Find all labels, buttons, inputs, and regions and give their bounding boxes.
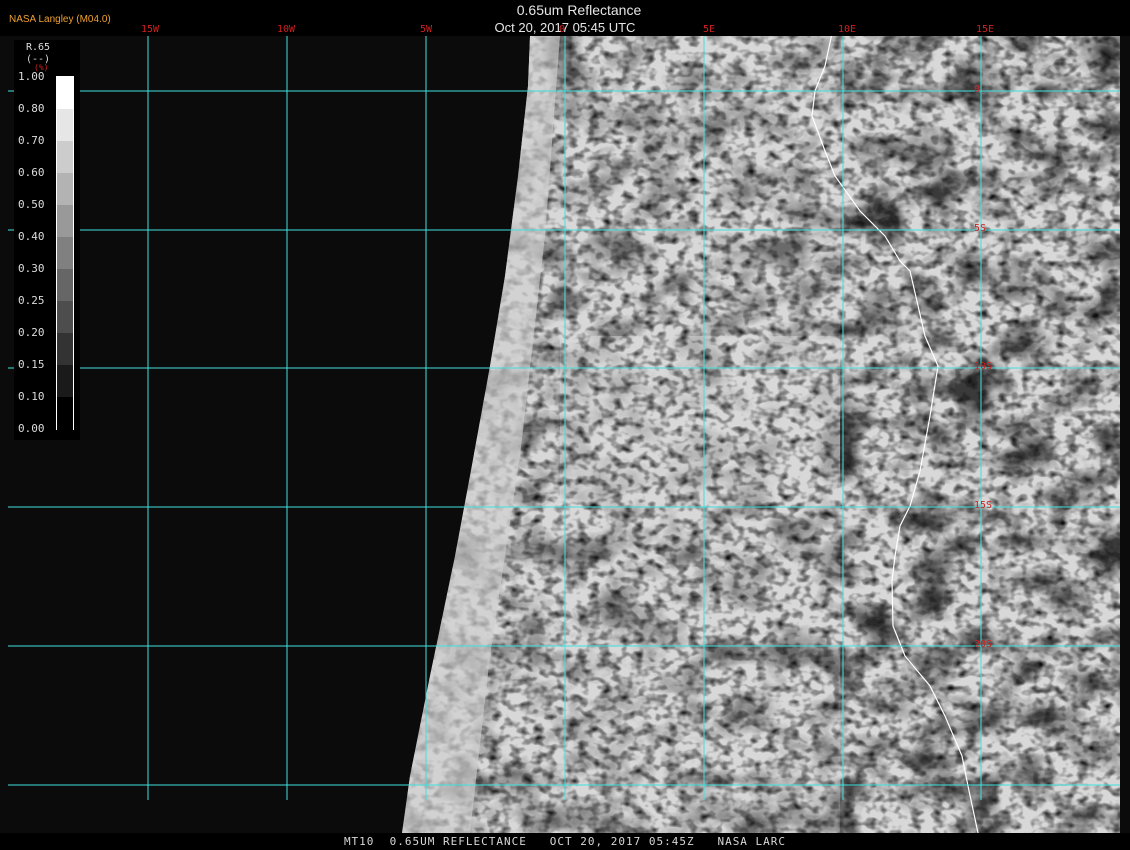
legend-color-step	[57, 205, 73, 238]
top-lon-label-15w: 15W	[141, 24, 160, 35]
legend-color-step	[57, 141, 73, 174]
legend-tick-label: 0.80	[18, 102, 45, 115]
legend-tick-label: 0.30	[18, 262, 45, 275]
top-lon-label-0: 0	[559, 24, 566, 35]
top-lon-label-10w: 10W	[277, 24, 296, 35]
top-lon-label-5e: 5E	[703, 24, 716, 35]
lat-label-15s: 15S	[974, 500, 993, 511]
legend-color-step	[57, 301, 73, 334]
legend-color-step	[57, 365, 73, 398]
legend-title: R.65	[25, 42, 51, 53]
legend-tick-label: 0.50	[18, 198, 45, 211]
lat-label-0: 0	[974, 84, 981, 95]
lat-label-20s: 20S	[974, 639, 993, 650]
legend-tick-label: 0.00	[18, 422, 45, 435]
legend-tick-label: 0.20	[18, 326, 45, 339]
legend-tick-label: 0.15	[18, 358, 45, 371]
legend-color-step	[57, 237, 73, 270]
legend-colorbar	[56, 76, 74, 430]
lat-label-5s: 5S	[974, 223, 987, 234]
map-title: 0.65um Reflectance	[516, 2, 642, 18]
top-lon-label-10e: 10E	[838, 24, 857, 35]
legend-color-step	[57, 333, 73, 366]
top-lon-label-15e: 15E	[976, 24, 995, 35]
footer-text: MT10 0.65UM REFLECTANCE OCT 20, 2017 05:…	[343, 835, 787, 848]
footer-bar: MT10 0.65UM REFLECTANCE OCT 20, 2017 05:…	[0, 833, 1130, 850]
legend-tick-label: 0.70	[18, 134, 45, 147]
legend-tick-label: 0.40	[18, 230, 45, 243]
legend-color-step	[57, 397, 73, 430]
satellite-image	[8, 36, 1120, 833]
top-lon-label-5w: 5W	[420, 24, 433, 35]
legend-color-step	[57, 173, 73, 206]
legend-color-step	[57, 269, 73, 302]
legend-color-step	[57, 109, 73, 142]
satellite-map: 15W 10W 5W 0 5E 10E 15E 0 5S 10S 15S 20S	[0, 36, 1130, 833]
legend-tick-label: 0.10	[18, 390, 45, 403]
lat-label-10s: 10S	[974, 361, 993, 372]
legend-color-step	[57, 77, 73, 110]
colorbar-legend: R.65 (--) (%) 1.00 0.80 0.70 0.60 0.50 0.40 0.…	[14, 40, 80, 440]
legend-tick-label: 0.25	[18, 294, 45, 307]
top-lon-labels: 15W 10W 5W 0 5E 10E 15E	[0, 24, 1130, 36]
legend-tick-label: 1.00	[18, 70, 45, 83]
legend-tick-label: 0.60	[18, 166, 45, 179]
